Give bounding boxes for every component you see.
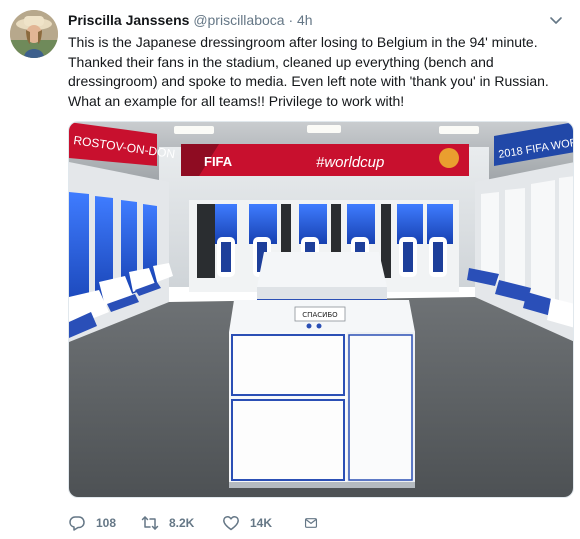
near-cabinet: СПАСИБО [229, 300, 415, 488]
retweet-button[interactable]: 8.2K [141, 512, 222, 534]
avatar[interactable] [10, 10, 58, 58]
tweet-text: This is the Japanese dressingroom after … [68, 34, 549, 109]
direct-message-button[interactable] [304, 512, 328, 534]
reply-button[interactable]: 108 [68, 512, 141, 534]
author-name[interactable]: Priscilla Janssens [68, 12, 189, 28]
author-handle[interactable]: @priscillaboca [193, 12, 284, 28]
thank-you-note: СПАСИБО [302, 311, 338, 319]
tweet-actions: 108 8.2K 14K [68, 512, 328, 534]
tweet-timestamp[interactable]: 4h [297, 12, 313, 28]
envelope-icon [304, 518, 318, 528]
tweet-photo[interactable]: FIFA #worldcup ROSTOV-ON-DON 2018 FIFA W… [68, 121, 574, 498]
avatar-image [10, 10, 58, 58]
tweet-header: Priscilla Janssens @priscillaboca · 4h [68, 11, 313, 29]
chevron-down-icon[interactable] [548, 12, 564, 28]
like-button[interactable]: 14K [222, 512, 304, 534]
center-bench [257, 252, 387, 302]
like-count: 14K [250, 516, 273, 530]
banner-fifa-text: FIFA [204, 154, 233, 169]
reply-icon [69, 516, 85, 531]
retweet-count: 8.2K [169, 516, 195, 530]
banner-worldcup-text: #worldcup [316, 154, 384, 171]
dressing-room-photo: FIFA #worldcup ROSTOV-ON-DON 2018 FIFA W… [69, 122, 573, 497]
reply-count: 108 [96, 516, 117, 530]
heart-icon [223, 515, 239, 531]
separator-dot: · [288, 12, 294, 28]
retweet-icon [141, 516, 159, 530]
